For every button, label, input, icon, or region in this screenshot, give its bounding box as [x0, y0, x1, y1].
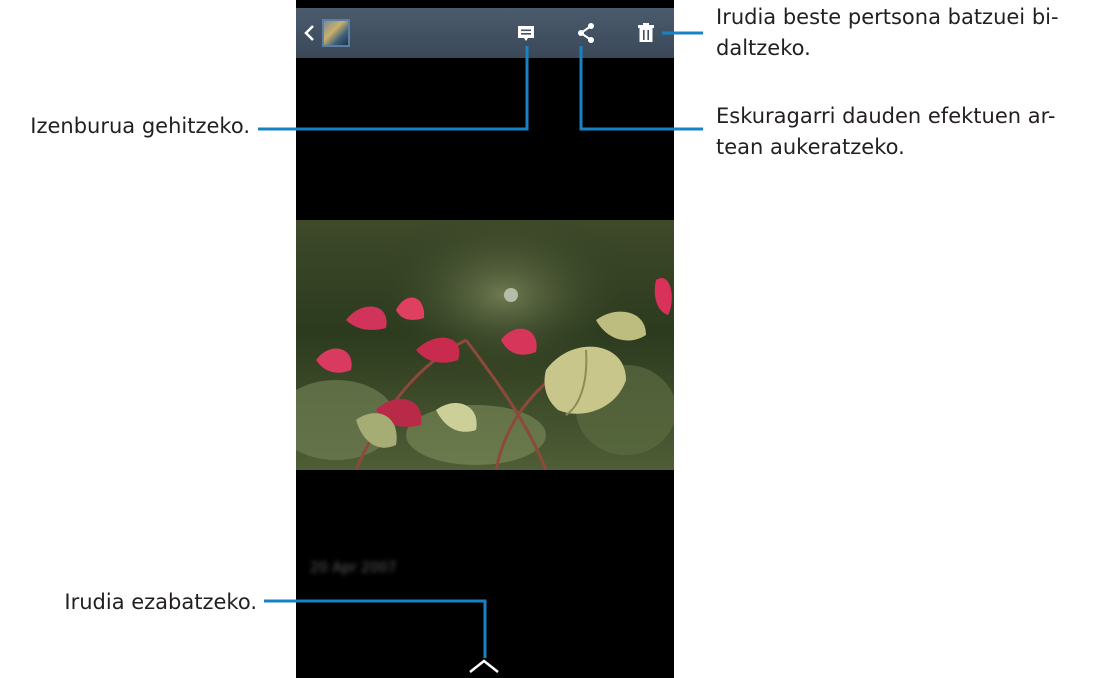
trash-icon	[638, 23, 654, 42]
callout-share: Eskuragarri dauden efektuen ar-tean auke…	[716, 104, 1056, 159]
phone-screen: 20 Apr 2007	[296, 0, 674, 678]
share-icon	[578, 23, 594, 43]
chevron-up-icon[interactable]	[464, 655, 504, 675]
photo-image	[296, 220, 674, 470]
callout-caption: Izenburua gehitzeko.	[30, 114, 250, 138]
chevron-left-icon	[304, 25, 314, 41]
back-button[interactable]	[296, 8, 356, 58]
callout-delete: Irudia beste pertsona batzuei bi-daltzek…	[716, 5, 1059, 60]
delete-button[interactable]	[626, 8, 666, 58]
action-bar	[296, 8, 674, 58]
caption-icon	[518, 26, 534, 41]
photo-date: 20 Apr 2007	[310, 560, 397, 576]
share-button[interactable]	[566, 8, 606, 58]
album-thumbnail	[322, 19, 350, 47]
caption-button[interactable]	[506, 8, 546, 58]
callout-details: Irudia ezabatzeko.	[64, 590, 257, 614]
